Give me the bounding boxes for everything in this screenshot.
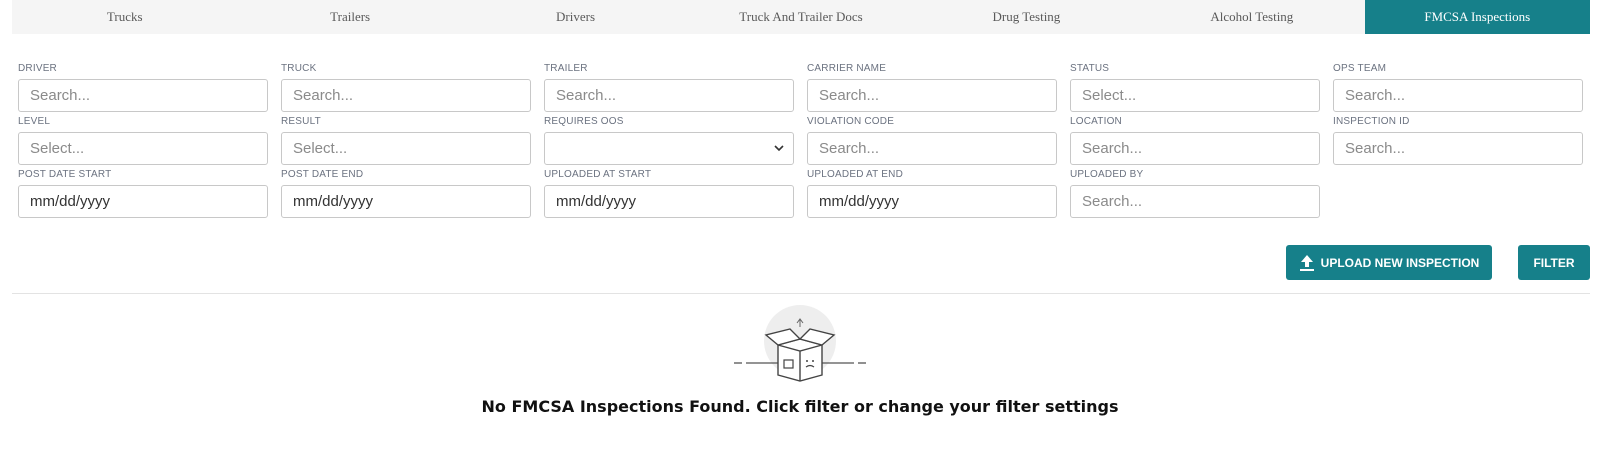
location-label: LOCATION	[1070, 116, 1122, 127]
inspection-id-label: INSPECTION ID	[1333, 116, 1410, 127]
tab-drug-testing[interactable]: Drug Testing	[914, 0, 1139, 34]
action-bar: UPLOAD NEW INSPECTION FILTER	[1286, 245, 1590, 280]
tab-truck-and-trailer-docs[interactable]: Truck And Trailer Docs	[688, 0, 913, 34]
empty-box-icon	[734, 305, 866, 382]
trailer-label: TRAILER	[544, 63, 588, 74]
requires-oos-select[interactable]	[544, 132, 794, 165]
uploaded-at-end-input[interactable]: mm/dd/yyyy	[807, 185, 1057, 218]
tab-trucks[interactable]: Trucks	[12, 0, 237, 34]
uploaded-at-end-label: UPLOADED AT END	[807, 169, 903, 180]
tab-drivers[interactable]: Drivers	[463, 0, 688, 34]
truck-input[interactable]: Search...	[281, 79, 531, 112]
upload-new-inspection-button[interactable]: UPLOAD NEW INSPECTION	[1286, 245, 1492, 280]
inspection-id-input[interactable]: Search...	[1333, 132, 1583, 165]
requires-oos-label: REQUIRES OOS	[544, 116, 624, 127]
divider	[12, 293, 1590, 294]
filter-form: DRIVER Search... TRUCK Search... TRAILER…	[18, 62, 1586, 221]
uploaded-at-end-filter: UPLOADED AT END mm/dd/yyyy	[807, 168, 1057, 221]
post-date-end-label: POST DATE END	[281, 169, 364, 180]
driver-filter: DRIVER Search...	[18, 62, 268, 115]
status-select[interactable]: Select...	[1070, 79, 1320, 112]
empty-state-message: No FMCSA Inspections Found. Click filter…	[481, 397, 1119, 416]
uploaded-at-start-label: UPLOADED AT START	[544, 169, 652, 180]
empty-state: No FMCSA Inspections Found. Click filter…	[0, 305, 1600, 416]
uploaded-at-start-filter: UPLOADED AT START mm/dd/yyyy	[544, 168, 794, 221]
driver-label: DRIVER	[18, 63, 57, 74]
uploaded-by-input[interactable]: Search...	[1070, 185, 1320, 218]
truck-label: TRUCK	[281, 63, 317, 74]
post-date-end-input[interactable]: mm/dd/yyyy	[281, 185, 531, 218]
tab-trailers[interactable]: Trailers	[237, 0, 462, 34]
uploaded-by-filter: UPLOADED BY Search...	[1070, 168, 1320, 221]
trailer-input[interactable]: Search...	[544, 79, 794, 112]
status-filter: STATUS Select...	[1070, 62, 1320, 115]
tab-alcohol-testing[interactable]: Alcohol Testing	[1139, 0, 1364, 34]
chevron-down-icon	[774, 145, 784, 152]
location-input[interactable]: Search...	[1070, 132, 1320, 165]
status-label: STATUS	[1070, 63, 1110, 74]
ops-team-label: OPS TEAM	[1333, 63, 1387, 74]
inspection-id-filter: INSPECTION ID Search...	[1333, 115, 1583, 168]
result-select[interactable]: Select...	[281, 132, 531, 165]
post-date-start-label: POST DATE START	[18, 169, 112, 180]
level-filter: LEVEL Select...	[18, 115, 268, 168]
violation-code-filter: VIOLATION CODE Search...	[807, 115, 1057, 168]
truck-filter: TRUCK Search...	[281, 62, 531, 115]
uploaded-at-start-input[interactable]: mm/dd/yyyy	[544, 185, 794, 218]
carrier-name-input[interactable]: Search...	[807, 79, 1057, 112]
tab-fmcsa-inspections[interactable]: FMCSA Inspections	[1364, 0, 1590, 34]
upload-icon	[1299, 254, 1314, 271]
level-select[interactable]: Select...	[18, 132, 268, 165]
filter-button[interactable]: FILTER	[1518, 245, 1590, 280]
post-date-end-filter: POST DATE END mm/dd/yyyy	[281, 168, 531, 221]
violation-code-label: VIOLATION CODE	[807, 116, 895, 127]
driver-input[interactable]: Search...	[18, 79, 268, 112]
uploaded-by-label: UPLOADED BY	[1070, 169, 1144, 180]
level-label: LEVEL	[18, 116, 51, 127]
location-filter: LOCATION Search...	[1070, 115, 1320, 168]
result-filter: RESULT Select...	[281, 115, 531, 168]
trailer-filter: TRAILER Search...	[544, 62, 794, 115]
upload-button-label: UPLOAD NEW INSPECTION	[1320, 255, 1480, 270]
violation-code-input[interactable]: Search...	[807, 132, 1057, 165]
post-date-start-filter: POST DATE START mm/dd/yyyy	[18, 168, 268, 221]
result-label: RESULT	[281, 116, 321, 127]
carrier-name-label: CARRIER NAME	[807, 63, 887, 74]
ops-team-input[interactable]: Search...	[1333, 79, 1583, 112]
carrier-name-filter: CARRIER NAME Search...	[807, 62, 1057, 115]
requires-oos-filter: REQUIRES OOS	[544, 115, 794, 168]
ops-team-filter: OPS TEAM Search...	[1333, 62, 1583, 115]
post-date-start-input[interactable]: mm/dd/yyyy	[18, 185, 268, 218]
tab-bar: Trucks Trailers Drivers Truck And Traile…	[12, 0, 1590, 34]
